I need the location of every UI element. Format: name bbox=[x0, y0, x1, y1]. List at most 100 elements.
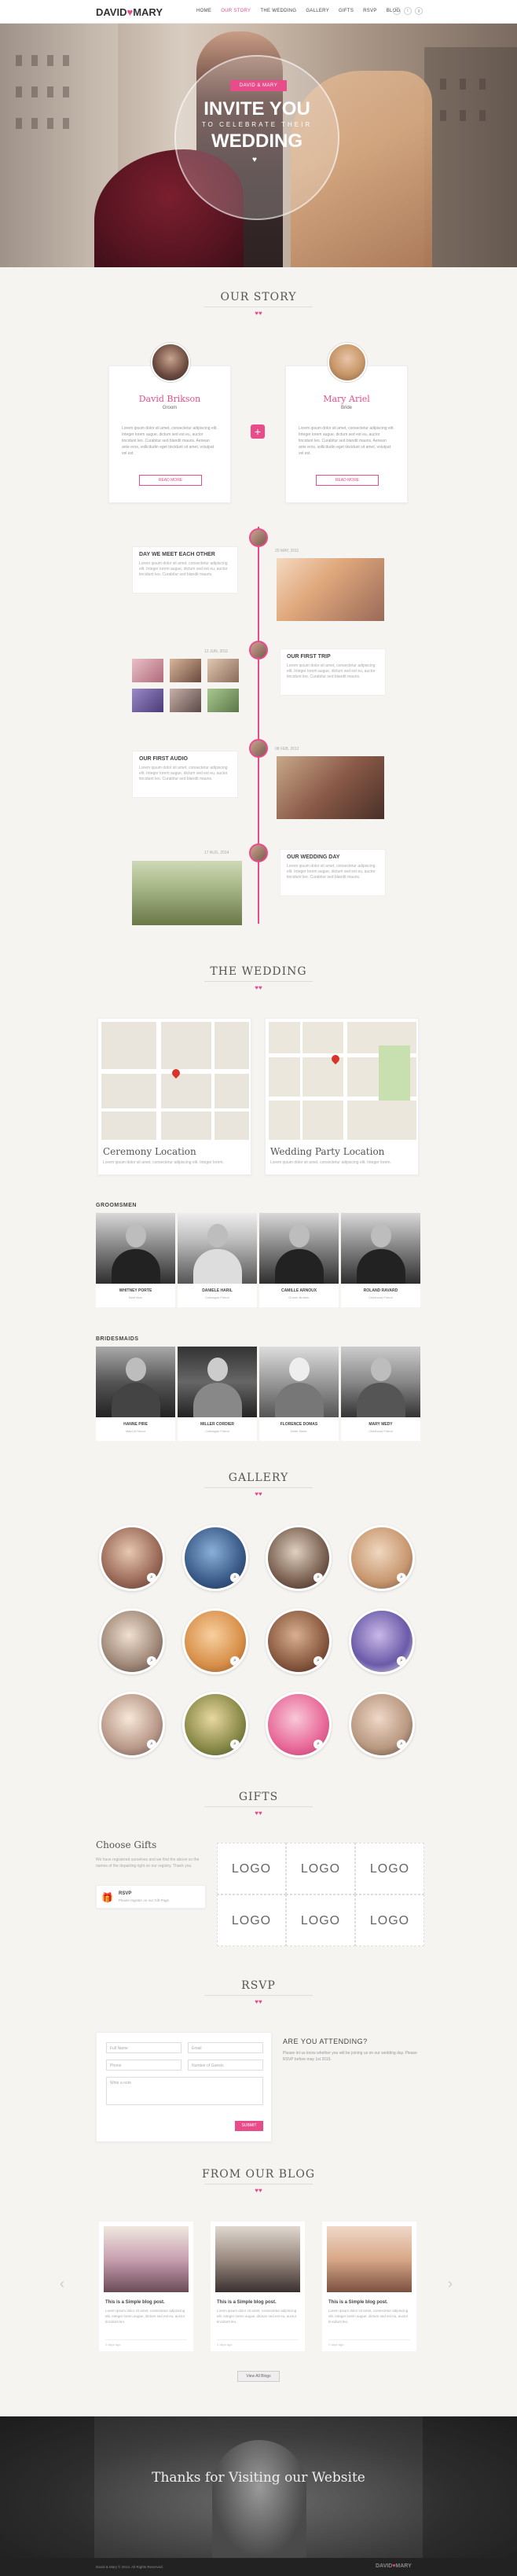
footer-logo-right: MARY bbox=[395, 2563, 412, 2569]
twitter-icon[interactable]: t bbox=[404, 7, 412, 15]
gift-registry-logo[interactable]: LOGO bbox=[286, 1843, 355, 1894]
bridesmaid-card[interactable]: FLORENCE DOMAS Bride Sister bbox=[259, 1347, 339, 1441]
menu-gallery[interactable]: GALLERY bbox=[306, 9, 329, 13]
gallery-photo[interactable]: ⌕ bbox=[266, 1692, 332, 1758]
message-field[interactable]: Write a note bbox=[106, 2077, 263, 2105]
bridesmaids-label: BRIDESMAIDS bbox=[96, 1336, 139, 1342]
blog-post-title[interactable]: This is a Simple blog post. bbox=[217, 2300, 277, 2305]
bride-name: Mary Ariel bbox=[323, 394, 370, 404]
groomsmen-label: GROOMSMEN bbox=[96, 1203, 137, 1208]
groomsman-card[interactable]: CAMILLE ARNOUX Groom Brother bbox=[259, 1213, 339, 1307]
timeline-thumb[interactable] bbox=[132, 659, 163, 682]
groom-role: Groom bbox=[162, 406, 178, 410]
email-field[interactable]: Email bbox=[188, 2042, 263, 2053]
carousel-prev-icon[interactable]: ‹ bbox=[60, 2276, 64, 2292]
zoom-icon[interactable]: ⌕ bbox=[314, 1656, 323, 1666]
party-location-title: Wedding Party Location bbox=[270, 1146, 385, 1157]
bridesmaid-card[interactable]: MILLER CORDIER Colleague Friend bbox=[178, 1347, 257, 1441]
groomsman-card[interactable]: ROLAND RAVARD Childhood Friend bbox=[341, 1213, 420, 1307]
person-photo bbox=[178, 1213, 257, 1284]
bridesmaid-card[interactable]: MARY MEDY Childhood Friend bbox=[341, 1347, 420, 1441]
blog-post-image[interactable] bbox=[215, 2226, 300, 2292]
gift-registry-logo[interactable]: LOGO bbox=[355, 1894, 424, 1946]
bridesmaid-card[interactable]: HANNE PIRE Maid of Honor bbox=[96, 1347, 175, 1441]
timeline-thumb[interactable] bbox=[170, 689, 201, 712]
zoom-icon[interactable]: ⌕ bbox=[147, 1740, 156, 1749]
ceremony-map[interactable] bbox=[101, 1022, 249, 1140]
blog-post-card[interactable]: This is a Simple blog post. Lorem ipsum … bbox=[99, 2221, 193, 2351]
gift-registry-logo[interactable]: LOGO bbox=[217, 1894, 286, 1946]
gallery-photo[interactable]: ⌕ bbox=[266, 1525, 332, 1591]
building-right bbox=[424, 47, 517, 267]
timeline-item-text: Lorem ipsum dolor sit amet, consectetur … bbox=[287, 864, 376, 880]
person-photo bbox=[178, 1347, 257, 1417]
timeline-thumb[interactable] bbox=[132, 689, 163, 712]
gift-rsvp-box[interactable]: 🎁 RSVP Please register on our Gift Page bbox=[96, 1885, 206, 1909]
menu-rsvp[interactable]: RSVP bbox=[363, 9, 377, 13]
gift-rsvp-text[interactable]: Please register on our Gift Page bbox=[119, 1898, 169, 1902]
zoom-icon[interactable]: ⌕ bbox=[397, 1656, 406, 1666]
blog-post-title[interactable]: This is a Simple blog post. bbox=[328, 2300, 388, 2305]
zoom-icon[interactable]: ⌕ bbox=[397, 1740, 406, 1749]
zoom-icon[interactable]: ⌕ bbox=[230, 1573, 240, 1582]
groomsman-card[interactable]: WHITNEY PORTE Best Man bbox=[96, 1213, 175, 1307]
view-all-blogs-button[interactable]: View All Blogs bbox=[237, 2371, 280, 2382]
zoom-icon[interactable]: ⌕ bbox=[314, 1573, 323, 1582]
groom-card: David Brikson Groom Lorem ipsum dolor si… bbox=[108, 343, 231, 503]
hero-line-1: INVITE YOU bbox=[204, 98, 310, 119]
timeline-thumb[interactable] bbox=[170, 659, 201, 682]
gift-registry-logo[interactable]: LOGO bbox=[355, 1843, 424, 1894]
blog-post-card[interactable]: This is a Simple blog post. Lorem ipsum … bbox=[322, 2221, 416, 2351]
zoom-icon[interactable]: ⌕ bbox=[397, 1573, 406, 1582]
timeline-item-title: OUR FIRST AUDIO bbox=[139, 756, 188, 762]
timeline-thumb[interactable] bbox=[207, 689, 239, 712]
groom-name: David Brikson bbox=[138, 394, 201, 404]
gift-registry-logo[interactable]: LOGO bbox=[286, 1894, 355, 1946]
gallery-photo[interactable]: ⌕ bbox=[182, 1692, 248, 1758]
divider bbox=[204, 2184, 313, 2185]
gallery-photo[interactable]: ⌕ bbox=[182, 1608, 248, 1674]
gallery-photo[interactable]: ⌕ bbox=[266, 1608, 332, 1674]
blog-post-image[interactable] bbox=[104, 2226, 189, 2292]
groom-read-more-button[interactable]: READ MORE bbox=[139, 475, 202, 486]
guests-field[interactable]: Number of Guests bbox=[188, 2060, 263, 2071]
google-plus-icon[interactable]: g bbox=[415, 7, 423, 15]
gallery-photo[interactable]: ⌕ bbox=[349, 1608, 415, 1674]
groomsman-card[interactable]: DANIELE HARIL Colleague Friend bbox=[178, 1213, 257, 1307]
party-map[interactable] bbox=[269, 1022, 416, 1140]
zoom-icon[interactable]: ⌕ bbox=[230, 1740, 240, 1749]
carousel-next-icon[interactable]: › bbox=[448, 2276, 453, 2292]
submit-button[interactable]: SUBMIT bbox=[235, 2121, 263, 2131]
bride-avatar bbox=[328, 343, 367, 382]
facebook-icon[interactable]: f bbox=[393, 7, 401, 15]
bride-read-more-button[interactable]: READ MORE bbox=[316, 475, 379, 486]
gallery-photo[interactable]: ⌕ bbox=[99, 1692, 165, 1758]
phone-field[interactable]: Phone bbox=[106, 2060, 182, 2071]
gallery-photo[interactable]: ⌕ bbox=[182, 1525, 248, 1591]
menu-home[interactable]: HOME bbox=[196, 9, 211, 13]
gallery-photo[interactable]: ⌕ bbox=[99, 1525, 165, 1591]
gift-registry-logo[interactable]: LOGO bbox=[217, 1843, 286, 1894]
rsvp-title: RSVP bbox=[241, 1979, 276, 1992]
menu-gifts[interactable]: GIFTS bbox=[339, 9, 354, 13]
timeline-thumb[interactable] bbox=[207, 659, 239, 682]
menu-the-wedding[interactable]: THE WEDDING bbox=[260, 9, 296, 13]
blog-post-image[interactable] bbox=[327, 2226, 412, 2292]
zoom-icon[interactable]: ⌕ bbox=[230, 1656, 240, 1666]
menu-our-story[interactable]: OUR STORY bbox=[221, 9, 251, 13]
site-logo[interactable]: DAVID♥MARY bbox=[96, 6, 163, 18]
gallery-photo[interactable]: ⌕ bbox=[349, 1692, 415, 1758]
blog-post-title[interactable]: This is a Simple blog post. bbox=[105, 2300, 165, 2305]
timeline-marker bbox=[249, 739, 268, 758]
blog-post-card[interactable]: This is a Simple blog post. Lorem ipsum … bbox=[211, 2221, 305, 2351]
full-name-field[interactable]: Full Name bbox=[106, 2042, 182, 2053]
zoom-icon[interactable]: ⌕ bbox=[147, 1573, 156, 1582]
heart-ornament-icon: ♥♥ bbox=[255, 2187, 262, 2194]
footer-logo[interactable]: DAVID♥MARY bbox=[376, 2563, 412, 2569]
bride-role: Bride bbox=[340, 406, 352, 410]
person-name: HANNE PIRE bbox=[123, 1422, 148, 1427]
zoom-icon[interactable]: ⌕ bbox=[147, 1656, 156, 1666]
gallery-photo[interactable]: ⌕ bbox=[99, 1608, 165, 1674]
zoom-icon[interactable]: ⌕ bbox=[314, 1740, 323, 1749]
gallery-photo[interactable]: ⌕ bbox=[349, 1525, 415, 1591]
